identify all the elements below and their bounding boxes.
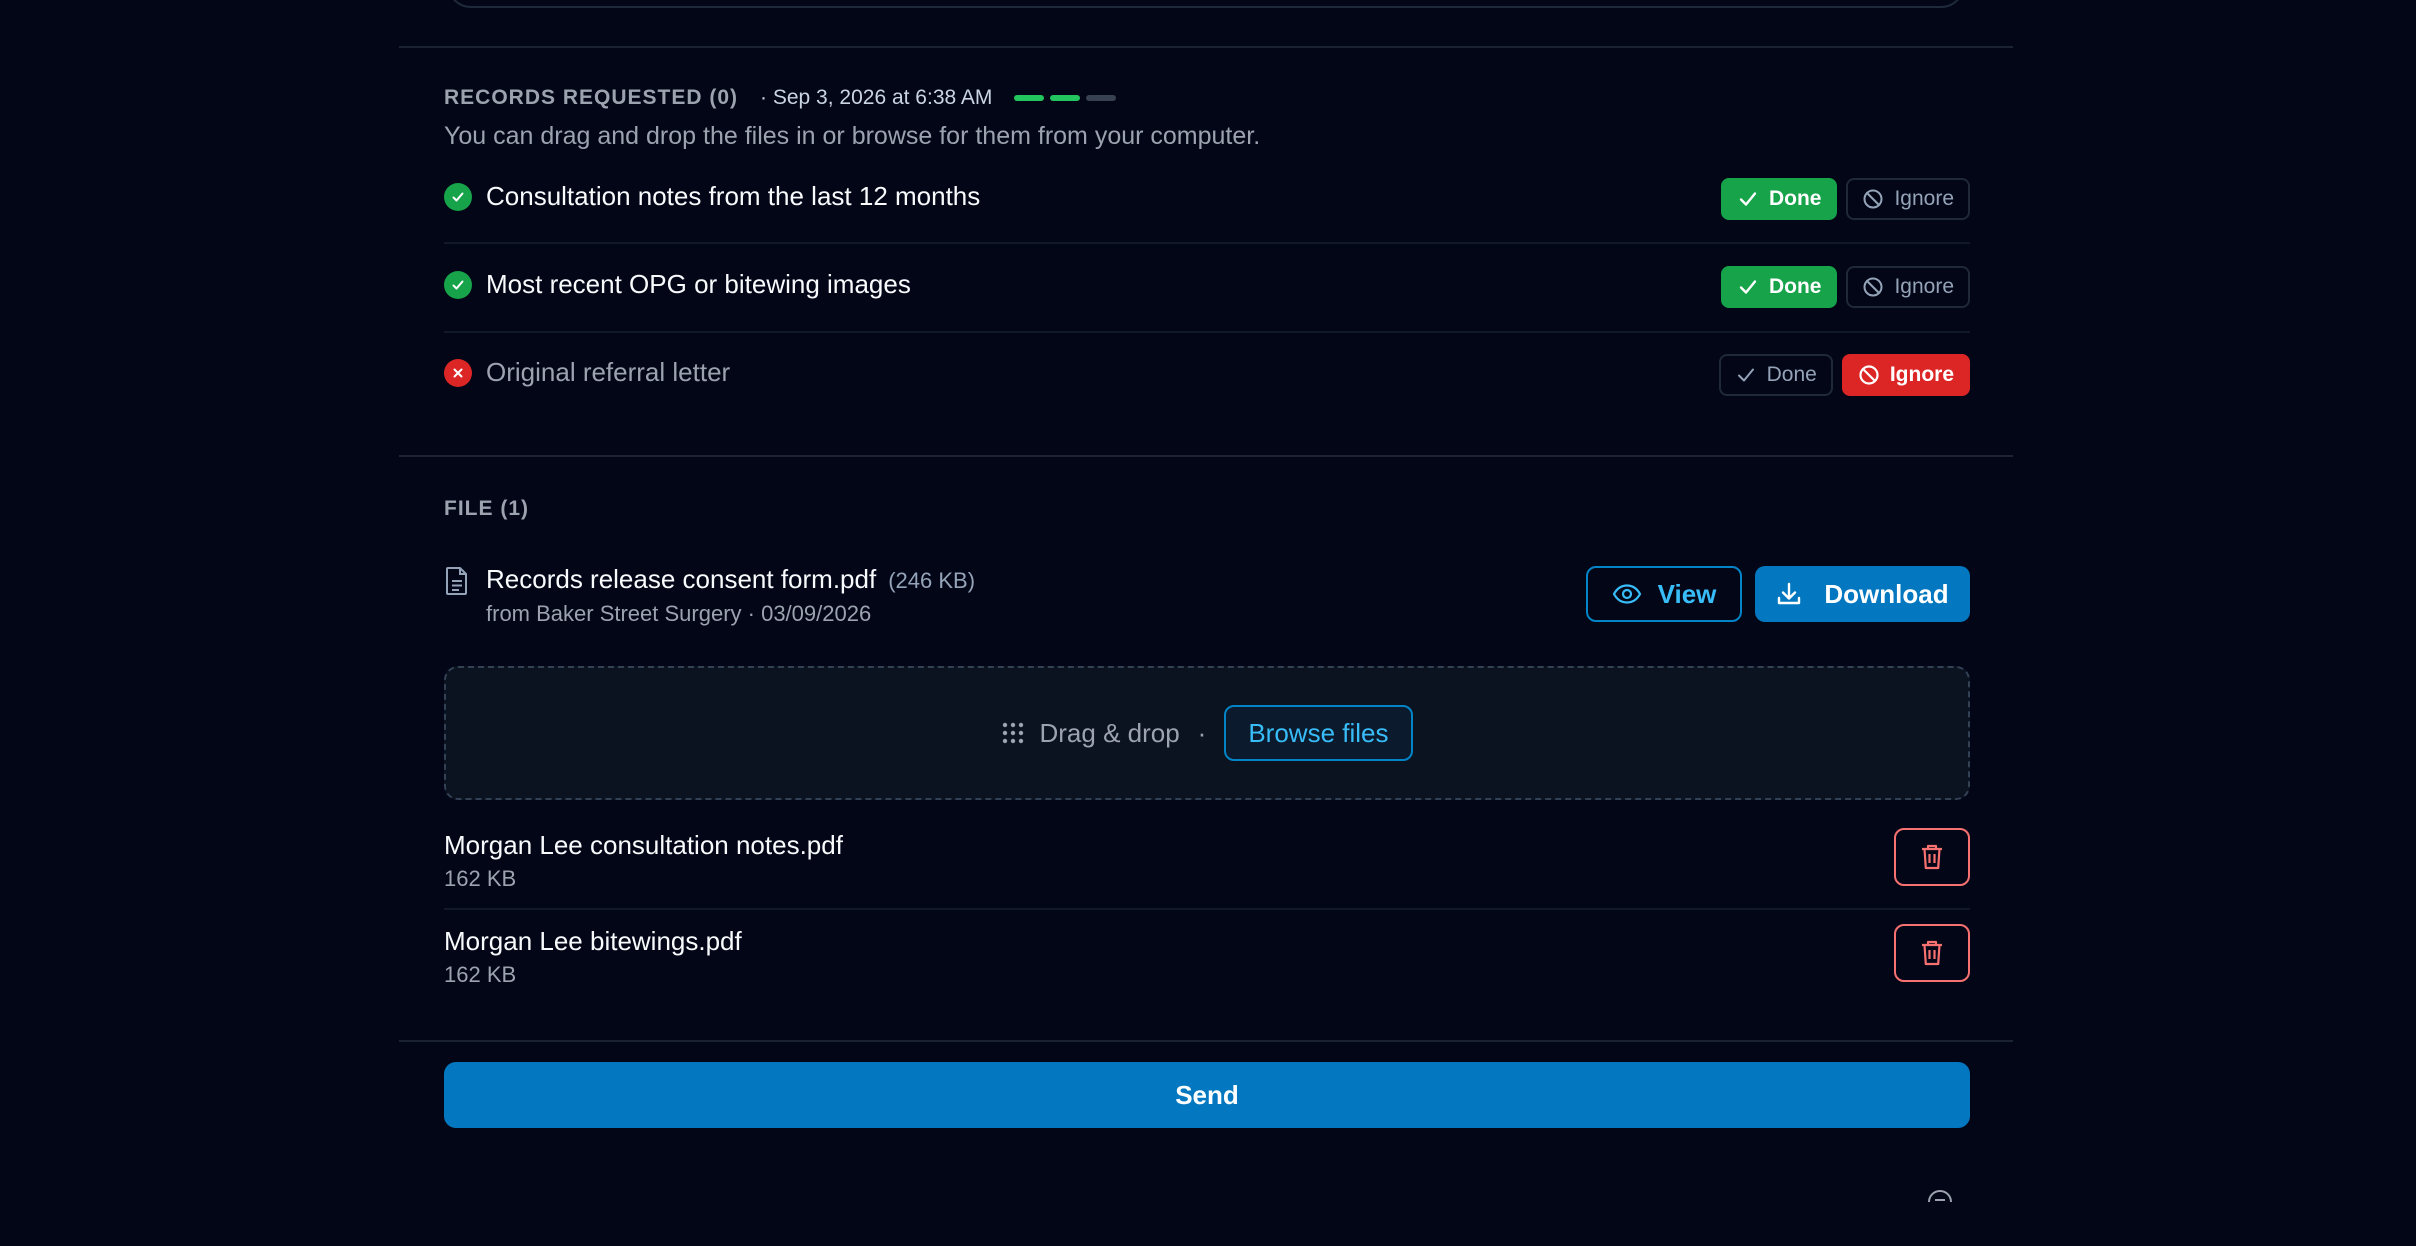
uploaded-file: Morgan Lee bitewings.pdf 162 KB — [444, 924, 1970, 1006]
ignore-button[interactable]: Ignore — [1846, 266, 1970, 308]
delete-button[interactable] — [1894, 924, 1970, 982]
file-section-title: FILE (1) — [444, 497, 529, 520]
record-item: Consultation notes from the last 12 mont… — [444, 178, 1970, 271]
section-divider — [399, 1040, 2013, 1042]
eye-icon — [1612, 584, 1641, 604]
dropzone-text: Drag & drop — [1039, 717, 1180, 748]
check-icon — [1739, 280, 1757, 294]
browse-files-button[interactable]: Browse files — [1224, 705, 1413, 761]
uploaded-file-size: 162 KB — [444, 962, 517, 987]
document-icon — [446, 567, 467, 595]
record-label: Most recent OPG or bitewing images — [486, 269, 911, 299]
previous-input-field[interactable] — [447, 0, 1965, 8]
uploaded-file-name: Morgan Lee consultation notes.pdf — [444, 830, 843, 860]
view-button[interactable]: View — [1586, 566, 1742, 622]
help-circle-icon[interactable] — [1926, 1190, 1954, 1202]
uploaded-file: Morgan Lee consultation notes.pdf 162 KB — [444, 828, 1970, 910]
download-label: Download — [1824, 578, 1949, 609]
file-dropzone[interactable]: Drag & drop · Browse files — [444, 666, 1970, 800]
block-icon — [1859, 365, 1879, 385]
drag-handle-icon — [1003, 722, 1024, 744]
block-icon — [1863, 277, 1883, 297]
records-date: · Sep 3, 2026 at 6:38 AM — [760, 86, 993, 109]
section-divider — [399, 455, 2013, 457]
file-size: (246 KB) — [888, 568, 976, 593]
done-button[interactable]: Done — [1720, 178, 1838, 220]
progress-step-3 — [1086, 95, 1117, 101]
trash-icon — [1922, 940, 1942, 966]
ignore-label: Ignore — [1894, 187, 1954, 210]
record-label: Original referral letter — [486, 357, 731, 387]
x-circle-icon — [444, 359, 472, 387]
record-label: Consultation notes from the last 12 mont… — [486, 181, 981, 211]
ignore-button[interactable]: Ignore — [1841, 354, 1970, 396]
block-icon — [1863, 189, 1883, 209]
records-hint: You can drag and drop the files in or br… — [444, 122, 1261, 150]
file-name: Records release consent form.pdf — [486, 564, 877, 594]
done-button[interactable]: Done — [1720, 266, 1838, 308]
done-label: Done — [1766, 363, 1817, 386]
ignore-button[interactable]: Ignore — [1846, 178, 1970, 220]
record-item: Original referral letter Done Ignore — [444, 354, 1970, 447]
delete-button[interactable] — [1894, 828, 1970, 886]
check-circle-icon — [444, 271, 472, 299]
records-header: RECORDS REQUESTED (0) · Sep 3, 2026 at 6… — [444, 84, 1117, 112]
record-item: Most recent OPG or bitewing images Done … — [444, 266, 1970, 359]
file-meta: from Baker Street Surgery · 03/09/2026 — [486, 601, 872, 626]
done-label: Done — [1768, 187, 1822, 210]
check-icon — [1737, 368, 1754, 382]
trash-icon — [1922, 844, 1942, 870]
ignore-label: Ignore — [1889, 363, 1954, 386]
download-icon — [1778, 582, 1801, 605]
done-button[interactable]: Done — [1718, 354, 1833, 396]
done-label: Done — [1768, 275, 1822, 298]
uploaded-file-size: 162 KB — [444, 866, 517, 891]
check-icon — [1739, 192, 1757, 206]
row-divider — [444, 242, 1970, 244]
ignore-label: Ignore — [1894, 275, 1954, 298]
uploaded-file-name: Morgan Lee bitewings.pdf — [444, 926, 742, 956]
records-progress — [1014, 95, 1117, 101]
row-divider — [444, 331, 1970, 333]
dropzone-separator: · — [1197, 717, 1207, 748]
records-title: RECORDS REQUESTED (0) — [444, 86, 739, 109]
send-button[interactable]: Send — [444, 1062, 1970, 1128]
progress-step-1 — [1014, 95, 1045, 101]
progress-step-2 — [1050, 95, 1081, 101]
view-label: View — [1657, 578, 1717, 609]
download-button[interactable]: Download — [1755, 566, 1970, 622]
check-circle-icon — [444, 183, 472, 211]
row-divider — [444, 908, 1970, 910]
